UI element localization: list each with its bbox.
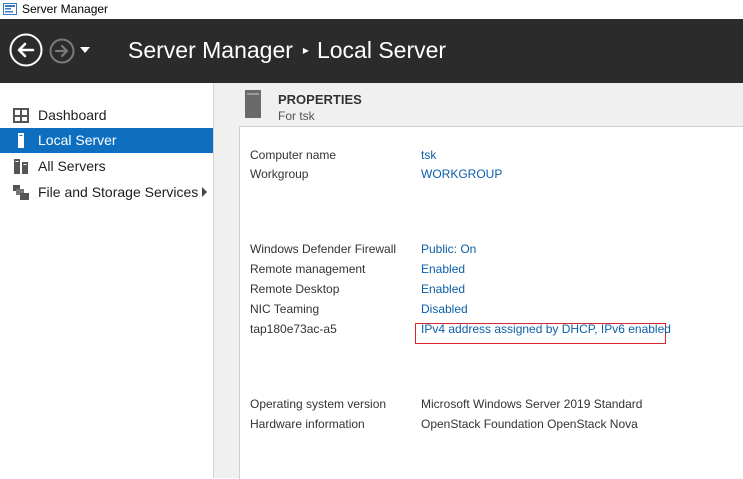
back-arrow-icon[interactable] xyxy=(9,33,43,67)
sidebar-item-label: Dashboard xyxy=(38,107,107,123)
property-value-network-adapter[interactable]: IPv4 address assigned by DHCP, IPv6 enab… xyxy=(421,322,671,336)
forward-arrow-icon[interactable] xyxy=(49,38,75,64)
property-value-remote-desktop[interactable]: Enabled xyxy=(421,282,465,296)
window-title: Server Manager xyxy=(22,2,109,16)
property-label-workgroup: Workgroup xyxy=(250,167,309,181)
breadcrumb-root[interactable]: Server Manager xyxy=(128,37,293,63)
property-value-hardware: OpenStack Foundation OpenStack Nova xyxy=(421,417,638,431)
properties-panel: Computer name tsk Workgroup WORKGROUP Wi… xyxy=(239,126,743,479)
servers-icon xyxy=(14,159,28,174)
breadcrumb-current: Local Server xyxy=(316,37,447,63)
server-manager-app-icon xyxy=(3,3,17,15)
sidebar-item-label: File and Storage Services xyxy=(38,184,199,200)
dashboard-icon xyxy=(13,108,29,123)
property-label-hardware: Hardware information xyxy=(250,417,365,431)
window-titlebar: Server Manager xyxy=(0,0,743,19)
property-value-firewall[interactable]: Public: On xyxy=(421,242,476,256)
server-icon xyxy=(18,133,24,148)
property-value-computer-name[interactable]: tsk xyxy=(421,148,436,162)
sidebar-item-file-storage[interactable]: File and Storage Services xyxy=(0,180,213,205)
property-label-computer-name: Computer name xyxy=(250,148,337,162)
sidebar-item-dashboard[interactable]: Dashboard xyxy=(0,103,213,128)
properties-tile-icon xyxy=(245,90,261,118)
property-label-os-version: Operating system version xyxy=(250,397,387,411)
properties-heading: PROPERTIES xyxy=(278,92,362,107)
property-value-nic-teaming[interactable]: Disabled xyxy=(421,302,468,316)
property-label-network-adapter: tap180e73ac-a5 xyxy=(250,322,337,336)
sidebar-item-label: Local Server xyxy=(38,132,117,148)
property-value-remote-management[interactable]: Enabled xyxy=(421,262,465,276)
sidebar-item-label: All Servers xyxy=(38,158,106,174)
properties-subtitle: For tsk xyxy=(278,109,315,123)
breadcrumb-separator-icon: ▸ xyxy=(302,43,309,57)
property-label-firewall: Windows Defender Firewall xyxy=(250,242,397,256)
property-label-remote-desktop: Remote Desktop xyxy=(250,282,340,296)
property-label-remote-management: Remote management xyxy=(250,262,366,276)
property-value-workgroup[interactable]: WORKGROUP xyxy=(421,167,502,181)
submenu-arrow-icon[interactable] xyxy=(202,187,207,197)
sidebar-item-all-servers[interactable]: All Servers xyxy=(0,154,213,179)
main-content: PROPERTIES For tsk Computer name tsk Wor… xyxy=(214,83,743,479)
history-dropdown-icon[interactable] xyxy=(80,46,90,54)
breadcrumb: Server Manager ▸ Local Server xyxy=(128,37,446,64)
property-label-nic-teaming: NIC Teaming xyxy=(250,302,320,316)
header-bar: Server Manager ▸ Local Server xyxy=(0,19,743,83)
property-value-os-version: Microsoft Windows Server 2019 Standard xyxy=(421,397,643,411)
sidebar-item-local-server[interactable]: Local Server xyxy=(0,128,213,153)
sidebar-nav: Dashboard Local Server All Servers File … xyxy=(0,83,214,478)
storage-icon xyxy=(13,185,29,200)
